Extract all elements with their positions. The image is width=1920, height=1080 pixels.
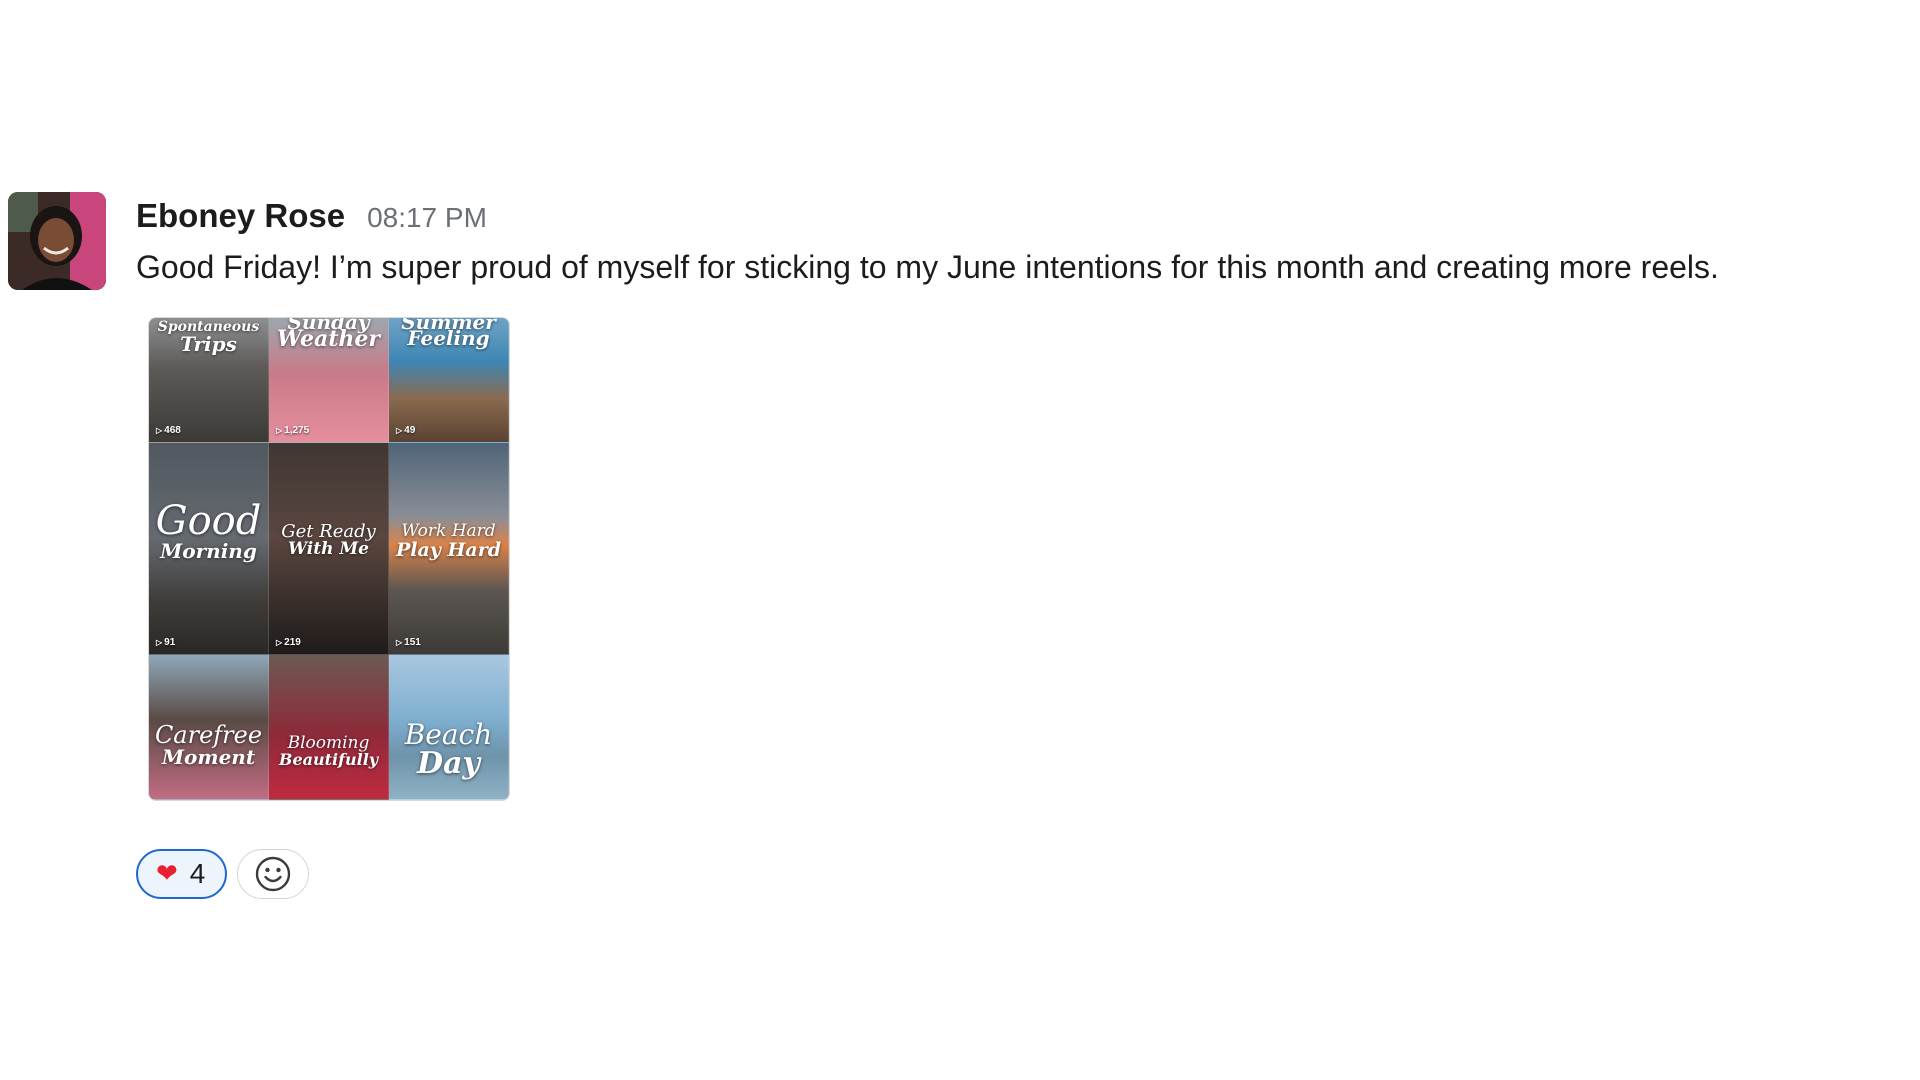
reel-view-count: ▷ 219: [276, 637, 301, 648]
reel-title-line1: Carefree: [154, 721, 263, 749]
reel-title-line2: Morning: [160, 539, 257, 563]
play-icon: ▷: [156, 638, 163, 647]
author-name[interactable]: Eboney Rose: [136, 191, 345, 241]
play-icon: ▷: [276, 638, 283, 647]
reel-title-line2: Beautifully: [278, 750, 379, 769]
reaction-count: 4: [189, 858, 206, 889]
reel-title-line1: Good: [155, 498, 262, 544]
play-icon: ▷: [156, 426, 163, 435]
author-avatar[interactable]: [8, 192, 106, 290]
play-icon: ▷: [396, 638, 403, 647]
reel-tile: Carefree Moment: [149, 655, 269, 800]
reel-tile: Blooming Beautifully: [269, 655, 389, 800]
reel-title-line2: Trips: [180, 332, 237, 356]
red-heart-icon: ❤: [156, 859, 178, 889]
reaction-red-heart[interactable]: ❤ 4: [136, 849, 228, 899]
reel-view-count: ▷ 1,275: [276, 425, 310, 436]
reactions-bar: ❤ 4: [136, 849, 310, 899]
reel-tile: Sunday Weather ▷ 1,275: [269, 318, 389, 443]
reel-title-line1: Work Hard: [401, 521, 496, 541]
reel-title-line2: Play Hard: [395, 539, 502, 561]
reel-title-line2: Weather: [277, 326, 380, 352]
play-icon: ▷: [276, 426, 283, 435]
reel-tile: Good Morning ▷ 91: [149, 443, 269, 655]
reel-title-line2: Feeling: [407, 326, 490, 350]
reel-tile: Beach Day: [389, 655, 509, 800]
reel-view-count: ▷ 91: [156, 637, 176, 648]
reel-title-line2: Moment: [161, 745, 256, 769]
reel-title-line2: With Me: [287, 539, 369, 559]
reel-tile: Spontaneous Trips ▷ 468: [149, 318, 269, 443]
reel-view-count: ▷ 151: [396, 637, 421, 648]
message-timestamp[interactable]: 08:17 PM: [367, 193, 487, 243]
reel-title-line2: Day: [417, 746, 480, 781]
reel-view-count: ▷ 49: [396, 425, 416, 436]
message-header: Eboney Rose 08:17 PM: [136, 191, 1906, 241]
reel-tile: Summer Feeling ▷ 49: [389, 318, 509, 443]
reel-tile: Work Hard Play Hard ▷ 151: [389, 443, 509, 655]
reel-title-line1: Beach: [404, 718, 493, 751]
play-icon: ▷: [396, 426, 403, 435]
smiley-face-icon: [256, 856, 291, 892]
reel-tile: Get Ready With Me ▷ 219: [269, 443, 389, 655]
add-reaction-button[interactable]: [237, 849, 310, 899]
reel-view-count: ▷ 468: [156, 425, 181, 436]
message-content: Eboney Rose 08:17 PM Good Friday! I’m su…: [136, 192, 1906, 291]
message-text: Good Friday! I’m super proud of myself f…: [136, 249, 1719, 285]
image-attachment[interactable]: Spontaneous Trips ▷ 468 Sunday Weather ▷ 1…: [148, 317, 510, 801]
